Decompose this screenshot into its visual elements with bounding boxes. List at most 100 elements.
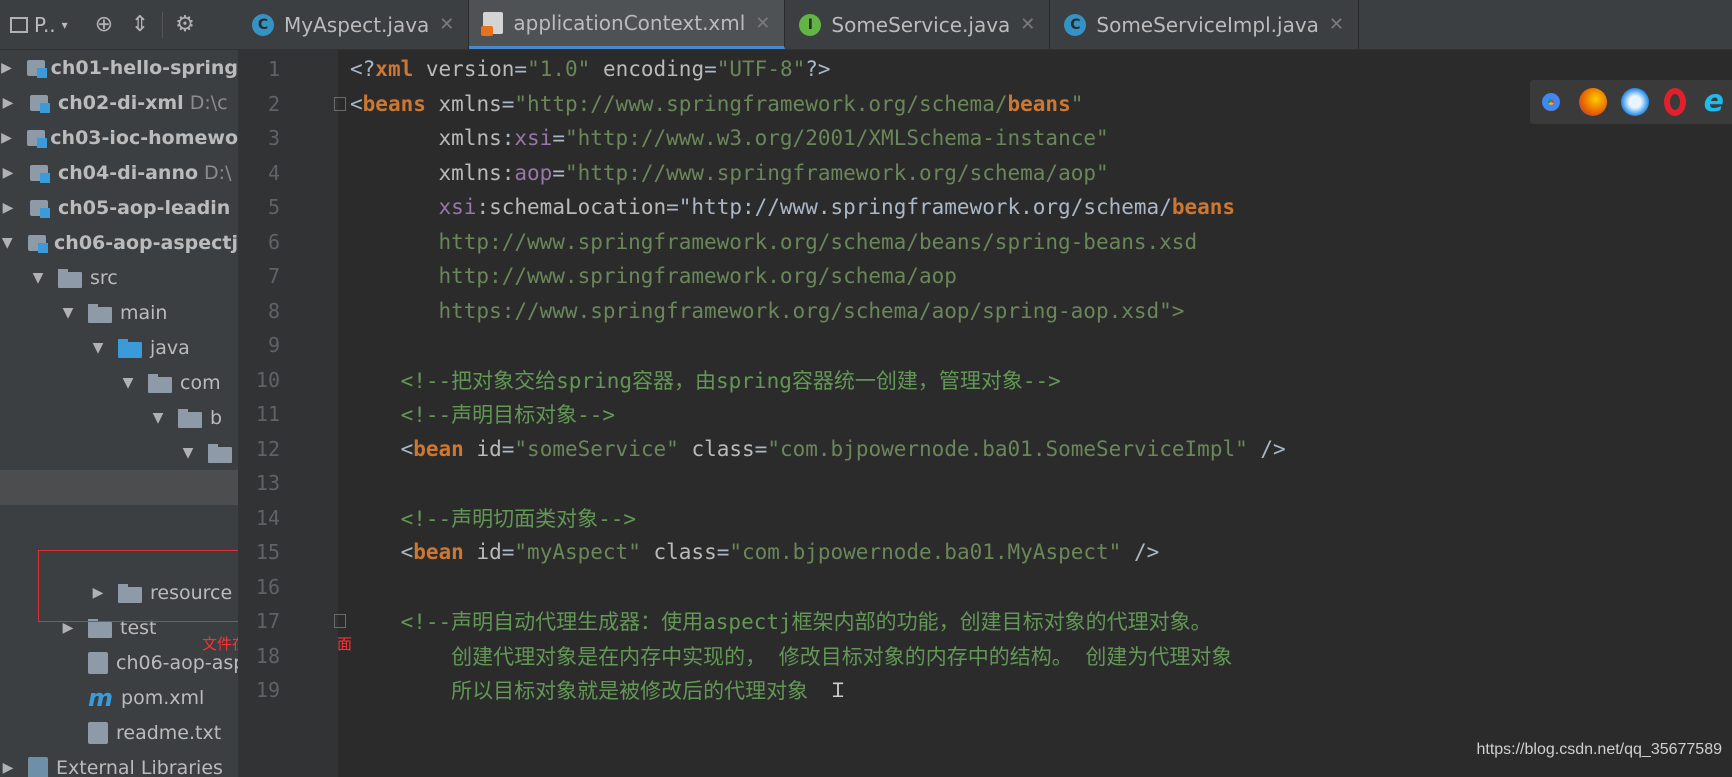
interface-icon: I [799, 13, 822, 36]
code-text: 创建代理对象是在内存中实现的， 修改目标对象的内存中的结构。 创建为代理对象 [350, 644, 1233, 669]
tree-item[interactable]: ▼ ch06-aop-aspectj [0, 225, 238, 260]
code-line[interactable]: 10 <!--把对象交给spring容器，由spring容器统一创建，管理对象-… [238, 361, 1732, 399]
tree-item[interactable] [0, 505, 238, 540]
code-text: <!--声明自动代理生成器：使用aspectj框架内部的功能，创建目标对象的代理… [350, 610, 1212, 634]
module-icon [26, 232, 49, 254]
tab-label: SomeServiceImpl.java [1096, 12, 1319, 37]
collapse-icon[interactable]: ⇕ [126, 11, 154, 39]
close-icon[interactable]: ✕ [439, 14, 454, 35]
fold-icon[interactable] [334, 614, 346, 628]
locate-icon[interactable]: ⊕ [90, 11, 118, 39]
safari-icon[interactable] [1621, 88, 1650, 116]
line-number: 15 [255, 540, 280, 564]
collapse-arrow-icon[interactable]: ▶ [0, 165, 16, 181]
expand-arrow-icon[interactable]: ▼ [150, 410, 166, 426]
code-line[interactable]: 16 [238, 568, 1732, 606]
tree-item-label: readme.txt [116, 721, 222, 744]
module-icon [25, 57, 47, 79]
code-line[interactable]: 3 xmlns:xsi="http://www.w3.org/2001/XMLS… [238, 119, 1732, 157]
tree-item-label: ch03-ioc-homewo [50, 126, 238, 149]
maven-icon: m [88, 683, 114, 712]
tab-someservice-java[interactable]: I SomeService.java ✕ [785, 0, 1051, 49]
xml-icon [481, 12, 504, 36]
tree-item[interactable] [0, 470, 238, 505]
collapse-arrow-icon[interactable]: ▶ [0, 95, 16, 111]
editor-tabs: C MyAspect.java ✕ applicationContext.xml ✕ I S… [238, 0, 1732, 50]
tab-someserviceimpl-java[interactable]: C SomeServiceImpl.java ✕ [1050, 0, 1360, 49]
line-number: 18 [255, 643, 280, 668]
tree-item[interactable]: m pom.xml [0, 680, 238, 715]
code-line[interactable]: 12 <bean id="someService" class="com.bjp… [238, 430, 1732, 468]
code-line[interactable]: 8 https://www.springframework.org/schema… [238, 292, 1732, 330]
expand-arrow-icon[interactable]: ▼ [60, 305, 76, 321]
code-text: http://www.springframework.org/schema/ao… [350, 264, 957, 288]
tree-item-label: ch01-hello-spring [50, 56, 238, 79]
tree-item[interactable]: ▶ External Libraries [0, 750, 238, 777]
tree-item[interactable]: ▼ [0, 435, 238, 470]
tree-item[interactable]: ▼ src [0, 260, 238, 295]
chrome-icon[interactable] [1537, 88, 1566, 116]
tree-item[interactable]: ▶ ch01-hello-spring [0, 50, 238, 85]
code-text: 所以目标对象就是被修改后的代理对象 [350, 679, 809, 703]
libraries-icon [28, 756, 48, 777]
tree-item[interactable]: ▼ b [0, 400, 238, 435]
tab-label: applicationContext.xml [513, 11, 746, 35]
expand-arrow-icon[interactable]: ▼ [120, 375, 136, 391]
line-number: 9 [267, 333, 280, 357]
line-number: 17 [255, 609, 280, 633]
close-icon[interactable]: ✕ [755, 13, 770, 34]
firefox-icon[interactable] [1579, 88, 1608, 116]
chevron-down-icon: ▾ [61, 17, 68, 32]
collapse-arrow-icon[interactable]: ▶ [0, 60, 13, 76]
code-line[interactable]: 5 xsi:schemaLocation="http://www.springf… [238, 188, 1732, 226]
code-line[interactable]: 19 所以目标对象就是被修改后的代理对象 [238, 671, 1732, 709]
project-view-selector[interactable]: P.. ▾ [10, 13, 82, 37]
tab-label: SomeService.java [831, 12, 1011, 37]
expand-arrow-icon[interactable]: ▼ [0, 235, 14, 251]
tree-item[interactable]: ▶ ch03-ioc-homewo [0, 120, 238, 155]
folder-icon [88, 303, 112, 323]
code-line[interactable]: 14 <!--声明切面类对象--> [238, 499, 1732, 537]
collapse-arrow-icon[interactable]: ▶ [0, 130, 13, 146]
ie-icon[interactable]: e [1700, 87, 1728, 117]
code-line[interactable]: 18 创建代理对象是在内存中实现的， 修改目标对象的内存中的结构。 创建为代理对… [238, 637, 1732, 675]
fold-icon[interactable] [334, 96, 346, 111]
tree-item-label: java [150, 336, 190, 359]
code-line[interactable]: 4 xmlns:aop="http://www.springframework.… [238, 154, 1732, 192]
gear-icon[interactable]: ⚙ [171, 11, 199, 39]
folder-icon [58, 268, 82, 288]
expand-arrow-icon[interactable]: ▼ [30, 270, 46, 286]
tree-item[interactable]: ▶ ch05-aop-leadin [0, 190, 238, 225]
close-icon[interactable]: ✕ [1020, 14, 1035, 35]
project-toolbar: P.. ▾ ⊕ ⇕ ⚙ [0, 0, 238, 50]
expand-arrow-icon[interactable]: ▼ [180, 445, 196, 461]
opera-icon[interactable] [1663, 88, 1686, 116]
tree-item[interactable]: readme.txt [0, 715, 238, 750]
class-icon: C [1064, 13, 1087, 36]
code-line[interactable]: 15 <bean id="myAspect" class="com.bjpowe… [238, 533, 1732, 571]
close-icon[interactable]: ✕ [1329, 14, 1344, 35]
line-number: 4 [267, 160, 280, 185]
collapse-arrow-icon[interactable]: ▶ [0, 760, 16, 776]
code-text: <!--声明目标对象--> [350, 403, 616, 427]
code-line[interactable]: 2 <beans xmlns="http://www.springframewor… [238, 85, 1732, 123]
class-icon: C [252, 13, 274, 36]
code-line[interactable]: 11 <!--声明目标对象--> [238, 395, 1732, 433]
tree-item[interactable]: ▼ main [0, 295, 238, 330]
expand-arrow-icon[interactable]: ▼ [90, 340, 106, 356]
tree-item[interactable]: ▼ java [0, 330, 238, 365]
code-line[interactable]: 13 [238, 464, 1732, 502]
collapse-arrow-icon[interactable]: ▶ [0, 200, 16, 216]
code-line[interactable]: 6 http://www.springframework.org/schema/… [238, 223, 1732, 261]
tab-myaspect-java[interactable]: C MyAspect.java ✕ [238, 0, 470, 49]
code-text: <bean id="someService" class="com.bjpowe… [350, 436, 1286, 461]
tree-item[interactable]: ▶ ch02-di-xml D:\c [0, 85, 238, 120]
tree-item[interactable]: ▼ com [0, 365, 238, 400]
code-line[interactable]: 7 http://www.springframework.org/schema/… [238, 257, 1732, 295]
tab-applicationcontext-xml[interactable]: applicationContext.xml ✕ [469, 0, 786, 49]
tree-item[interactable]: ▶ ch04-di-anno D:\ [0, 155, 238, 190]
tree-item-label: src [90, 266, 118, 289]
code-line[interactable]: 9 [238, 326, 1732, 364]
code-line[interactable]: 1 <?xml version="1.0" encoding="UTF-8"?> [238, 50, 1732, 88]
code-line[interactable]: 17 <!--声明自动代理生成器：使用aspectj框架内部的功能，创建目标对象… [238, 602, 1732, 640]
